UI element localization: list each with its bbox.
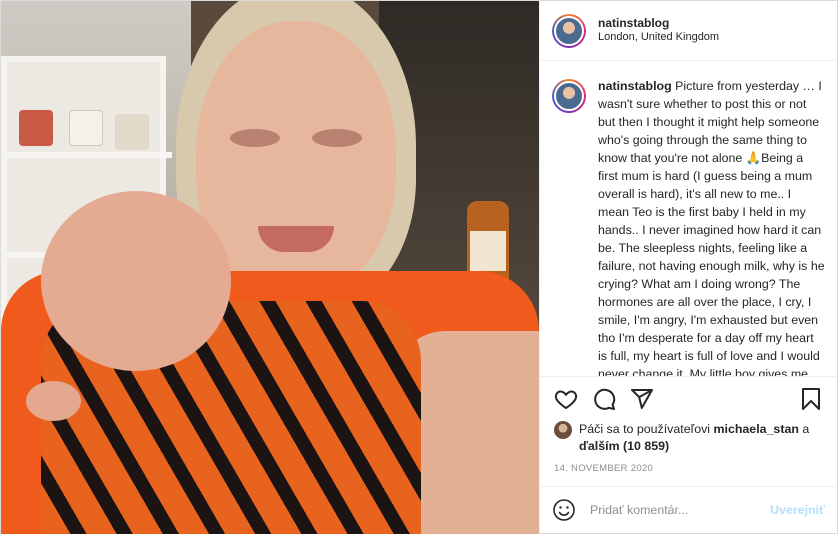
smiley-icon[interactable]	[552, 498, 576, 522]
caption-body: natinstablog Picture from yesterday … I …	[598, 77, 825, 377]
comment-input[interactable]	[590, 503, 771, 517]
caption-avatar[interactable]	[552, 79, 586, 113]
baby-hand	[26, 381, 81, 421]
post-side-panel: natinstablog London, United Kingdom nati…	[539, 1, 837, 533]
post-comment-button[interactable]: Uverejniť	[770, 503, 825, 517]
post-header: natinstablog London, United Kingdom	[540, 1, 837, 61]
baby-head	[41, 191, 231, 371]
liker-username[interactable]: michaela_stan	[714, 422, 799, 436]
likes-others[interactable]: ďalším (10 859)	[579, 439, 669, 453]
mug	[115, 114, 149, 150]
caption: natinstablog Picture from yesterday … I …	[552, 77, 825, 377]
mug	[19, 110, 53, 146]
eye	[312, 129, 362, 147]
post-date[interactable]: 14. NOVEMBER 2020	[540, 455, 837, 486]
comments-area[interactable]: natinstablog Picture from yesterday … I …	[540, 61, 837, 377]
author-username[interactable]: natinstablog	[598, 16, 719, 31]
likes-text: Páči sa to používateľovi michaela_stan a…	[579, 421, 823, 455]
caption-text: Picture from yesterday … I wasn't sure w…	[598, 79, 825, 377]
bookmark-icon[interactable]	[799, 387, 823, 411]
instagram-post: natinstablog London, United Kingdom nati…	[0, 0, 838, 534]
header-text: natinstablog London, United Kingdom	[598, 16, 719, 45]
post-location[interactable]: London, United Kingdom	[598, 31, 719, 45]
likes-prefix: Páči sa to používateľovi	[579, 422, 711, 436]
comment-bubble-icon[interactable]	[592, 387, 616, 411]
likes-connector: a	[802, 422, 810, 436]
paper-plane-icon[interactable]	[630, 387, 654, 411]
likes-summary: Páči sa to používateľovi michaela_stan a…	[540, 421, 837, 455]
heart-icon[interactable]	[554, 387, 578, 411]
mug	[69, 110, 103, 146]
eye	[230, 129, 280, 147]
add-comment-bar: Uverejniť	[540, 486, 837, 533]
caption-username[interactable]: natinstablog	[598, 79, 672, 93]
post-photo[interactable]	[1, 1, 539, 534]
cabinet-shelf	[7, 152, 172, 158]
author-avatar[interactable]	[552, 13, 586, 48]
liker-avatar[interactable]	[554, 421, 572, 439]
mouth	[258, 226, 334, 252]
action-bar	[540, 377, 837, 421]
